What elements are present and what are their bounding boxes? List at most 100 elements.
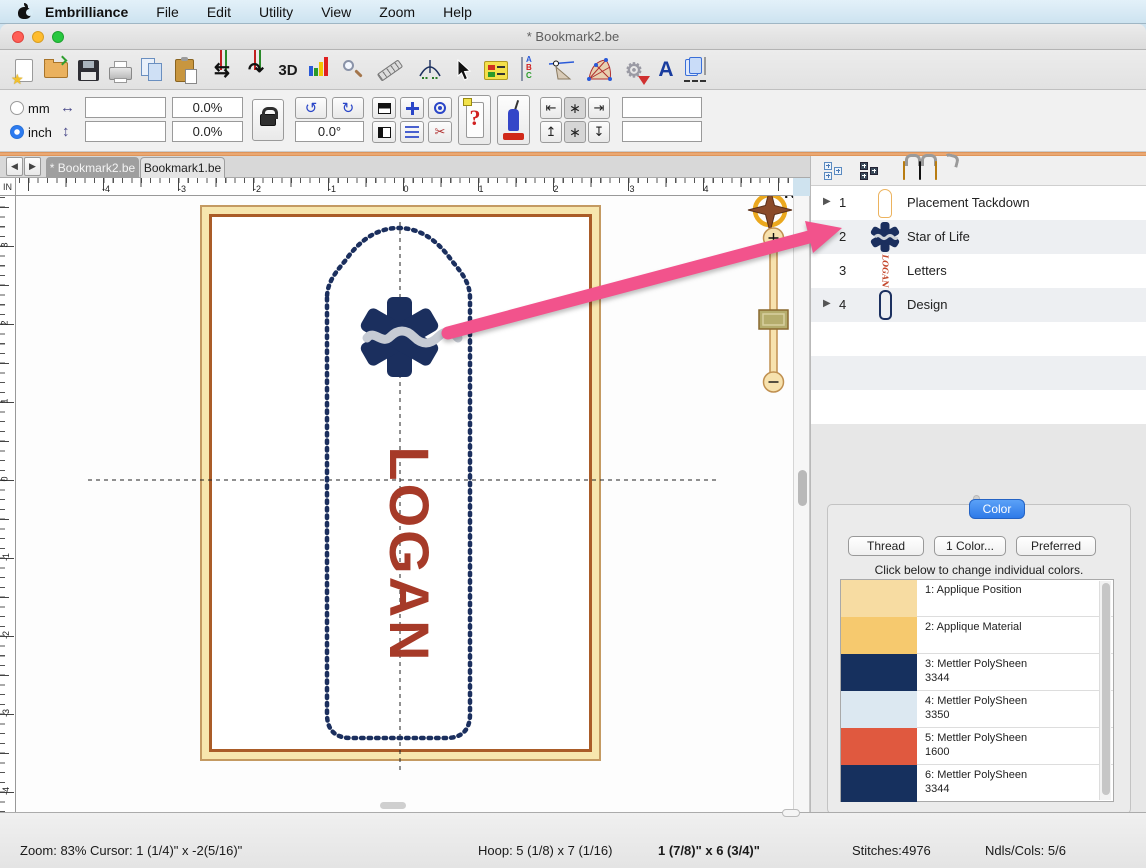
color-row[interactable]: 4: Mettler PolySheen3350 [841, 691, 1113, 728]
letters-logan[interactable]: LOGAN [378, 446, 441, 663]
menu-file[interactable]: File [142, 4, 193, 20]
export-page-icon[interactable] [680, 53, 712, 87]
lettering-abc-icon[interactable]: ABC [512, 53, 544, 87]
lock-icon[interactable] [903, 161, 905, 180]
fill-split-button[interactable] [372, 121, 396, 143]
color-swatch[interactable] [841, 580, 917, 617]
star-of-life[interactable] [359, 297, 458, 377]
color-row[interactable]: 6: Mettler PolySheen3344 [841, 765, 1113, 802]
object-row-star-of-life[interactable]: ▶ 2 Star of Life [811, 220, 1146, 254]
color-list-scrollbar-thumb[interactable] [1102, 583, 1110, 795]
magnifier-icon[interactable] [336, 53, 368, 87]
object-row-design[interactable]: ▶ 4 Design [811, 288, 1146, 322]
unit-mm-radio[interactable] [10, 101, 24, 115]
status-splitter-grip[interactable] [782, 809, 800, 817]
color-swatch[interactable] [841, 728, 917, 765]
width-input[interactable] [85, 97, 166, 118]
app-menu[interactable]: Embrilliance [31, 4, 142, 20]
3d-view-icon[interactable]: 3D [272, 53, 304, 87]
color-tab-button[interactable]: Color [969, 499, 1025, 519]
align-right-button[interactable]: ⇥ [588, 97, 610, 119]
extra-field-2[interactable] [622, 121, 702, 142]
expander-icon[interactable]: ▶ [823, 298, 831, 309]
menu-zoom[interactable]: Zoom [365, 4, 429, 20]
object-row-letters[interactable]: 3 LOGAN Letters [811, 254, 1146, 288]
align-bottom-button[interactable]: ↧ [588, 121, 610, 143]
color-row[interactable]: 5: Mettler PolySheen1600 [841, 728, 1113, 765]
align-center-h-button[interactable]: ∗ [564, 97, 586, 119]
angle-input[interactable] [295, 121, 364, 142]
scissors-button[interactable]: ✂ [428, 121, 452, 143]
lock-x-icon[interactable] [919, 161, 921, 180]
color-hint-text: Click below to change individual colors. [828, 563, 1130, 577]
expand-all-icon[interactable] [823, 160, 845, 182]
preferred-button[interactable]: Preferred [1016, 536, 1096, 556]
width-icon: ↔ [60, 99, 75, 116]
stitch-list-button[interactable] [400, 121, 424, 143]
zoom-slider[interactable] [754, 226, 793, 398]
design-canvas[interactable]: LOGAN N [16, 196, 793, 812]
height-percent-input[interactable] [172, 121, 243, 142]
open-file-icon[interactable] [40, 53, 72, 87]
ruler-left: 3210-1-2-3-4 [0, 196, 16, 812]
stitch-navigator-icon[interactable] [414, 53, 446, 87]
collapse-all-icon[interactable] [859, 160, 881, 182]
one-color-button[interactable]: 1 Color... [934, 536, 1006, 556]
scrollbar-thumb[interactable] [798, 470, 807, 506]
color-bars-icon[interactable] [304, 53, 336, 87]
unit-inch-radio[interactable] [10, 125, 24, 139]
color-row[interactable]: 2: Applique Material [841, 617, 1113, 654]
rotate-cw-button[interactable]: ↻ [332, 97, 364, 119]
menu-edit[interactable]: Edit [193, 4, 245, 20]
save-icon[interactable] [72, 53, 104, 87]
copy-icon[interactable] [136, 53, 168, 87]
expander-icon[interactable]: ▶ [823, 230, 831, 241]
color-swatch[interactable] [841, 691, 917, 728]
color-list-scrollbar[interactable] [1099, 581, 1111, 800]
color-row[interactable]: 3: Mettler PolySheen3344 [841, 654, 1113, 691]
center-target-button[interactable] [428, 97, 452, 119]
measure-ruler-icon[interactable] [374, 53, 406, 87]
menu-help[interactable]: Help [429, 4, 486, 20]
width-percent-input[interactable] [172, 97, 243, 118]
new-file-icon[interactable]: ★ [8, 53, 40, 87]
tab-bookmark1[interactable]: Bookmark1.be [140, 157, 225, 178]
cleanup-vacuum-button[interactable] [497, 95, 530, 145]
fill-half-button[interactable] [372, 97, 396, 119]
color-swatch[interactable] [841, 654, 917, 691]
canvas-vertical-scrollbar[interactable] [793, 196, 810, 812]
expander-icon[interactable]: ▶ [823, 196, 831, 207]
canvas-bottom-grip[interactable] [380, 802, 406, 809]
density-spray-button[interactable]: ? [458, 95, 491, 145]
align-middle-v-button[interactable]: ∗ [564, 121, 586, 143]
apple-menu-icon[interactable] [18, 4, 31, 19]
height-input[interactable] [85, 121, 166, 142]
menu-utility[interactable]: Utility [245, 4, 307, 20]
tab-bookmark2[interactable]: * Bookmark2.be [46, 157, 139, 178]
select-cursor-icon[interactable] [448, 53, 480, 87]
rotate-ccw-button[interactable]: ↺ [295, 97, 327, 119]
color-swatch[interactable] [841, 765, 917, 802]
menu-view[interactable]: View [307, 4, 365, 20]
bezier-node-icon[interactable] [546, 53, 578, 87]
paste-icon[interactable] [168, 53, 200, 87]
print-icon[interactable] [104, 53, 136, 87]
properties-notes-icon[interactable] [480, 53, 512, 87]
align-left-button[interactable]: ⇤ [540, 97, 562, 119]
unlock-icon[interactable] [935, 161, 937, 180]
stitch-processor-gear-icon[interactable]: ⚙ [618, 53, 650, 87]
letters-a-icon[interactable]: A [650, 53, 682, 87]
flip-horizontal-icon[interactable]: ⇆ [206, 53, 238, 87]
color-swatch[interactable] [841, 617, 917, 654]
thread-button[interactable]: Thread [848, 536, 924, 556]
extra-field-1[interactable] [622, 97, 702, 118]
align-top-button[interactable]: ↥ [540, 121, 562, 143]
color-row[interactable]: 1: Applique Position [841, 580, 1113, 617]
tab-next-icon[interactable]: ▶ [24, 157, 41, 176]
move-center-button[interactable] [400, 97, 424, 119]
proportional-lock-button[interactable] [252, 99, 284, 141]
object-row-placement[interactable]: ▶ 1 Placement Tackdown [811, 186, 1146, 220]
rotate-tool-icon[interactable]: ↷ [240, 53, 272, 87]
mesh-fan-icon[interactable] [584, 53, 616, 87]
tab-prev-icon[interactable]: ◀ [6, 157, 23, 176]
